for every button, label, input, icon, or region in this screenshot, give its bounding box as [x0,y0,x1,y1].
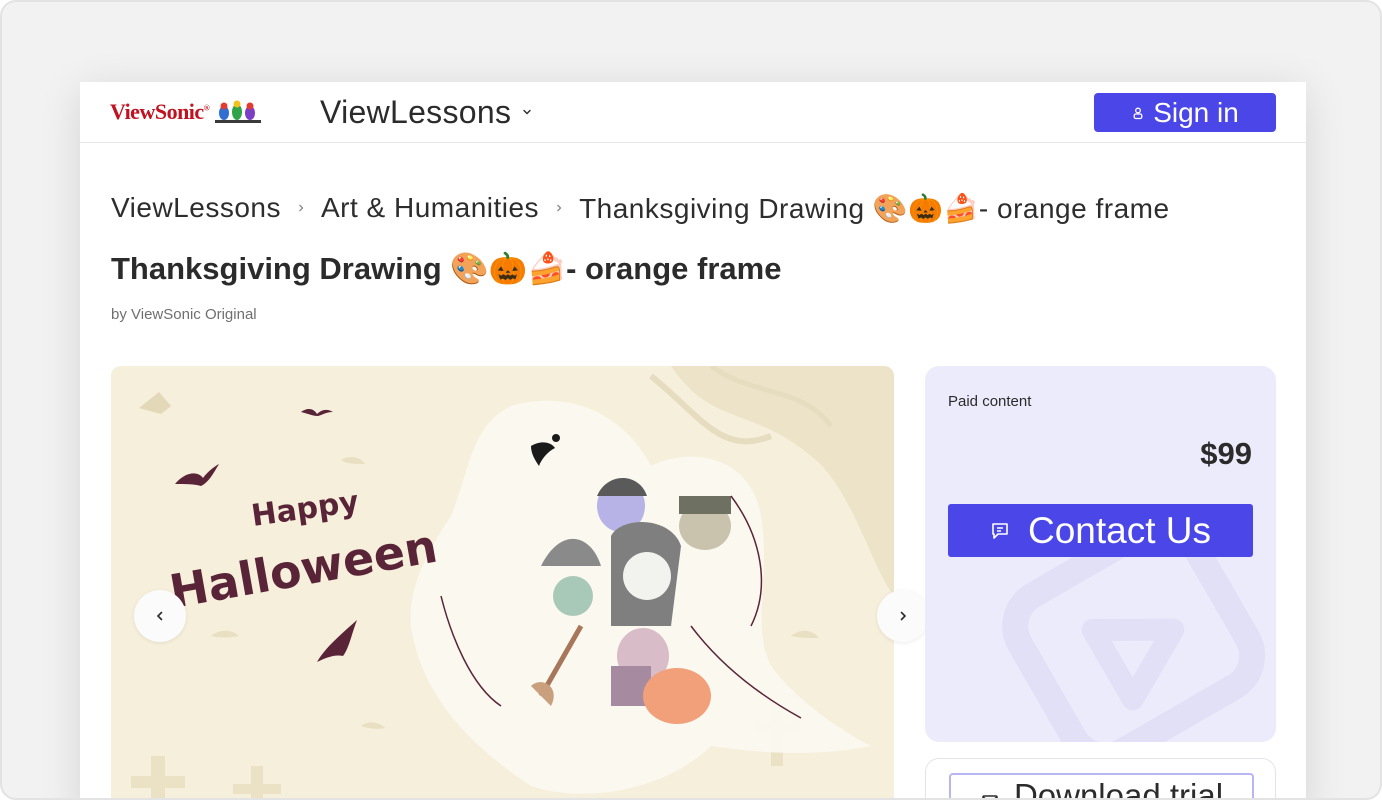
product-switcher[interactable]: ViewLessons [320,92,533,132]
download-card: Download trial [925,758,1276,800]
paid-content-label: Paid content [948,393,1032,410]
chat-icon [992,522,1008,539]
sign-in-label: Sign in [1153,96,1239,128]
chevron-left-icon [156,611,163,621]
mail-icon [982,795,998,798]
breadcrumb: ViewLessons Art & Humanities Thanksgivin… [111,188,1170,228]
logo-text: ViewSonic® [110,99,210,124]
page-title: Thanksgiving Drawing 🎨🎃🍰- orange frame [111,251,782,286]
top-header: ViewSonic® ViewLessons Sign in [80,82,1306,143]
chevron-right-icon [900,611,907,621]
birds-logo-icon [215,100,262,123]
download-trial-label: Download trial [1013,777,1224,800]
greeting-line-2: Halloween [166,519,442,619]
viewsonic-logo[interactable]: ViewSonic® [110,96,262,128]
contact-us-label: Contact Us [1027,509,1211,551]
previous-slide-button[interactable] [134,590,186,642]
sign-in-button[interactable]: Sign in [1094,93,1276,132]
chevron-right-icon [557,204,562,212]
breadcrumb-item-viewlessons[interactable]: ViewLessons [111,192,281,224]
halloween-illustration: Happy Halloween [131,366,894,798]
breadcrumb-item-category[interactable]: Art & Humanities [321,192,539,224]
contact-us-button[interactable]: Contact Us [948,504,1253,557]
download-trial-button[interactable]: Download trial [949,773,1254,800]
next-slide-button[interactable] [877,590,929,642]
chevron-down-icon [523,109,531,115]
purchase-card: Paid content $99 Contact Us [925,366,1276,742]
screenshot-frame: ViewSonic® ViewLessons Sign in ViewLesso… [0,0,1382,800]
breadcrumb-current: Thanksgiving Drawing 🎨🎃🍰- orange frame [579,192,1170,224]
product-name: ViewLessons [320,93,512,130]
browser-page: ViewSonic® ViewLessons Sign in ViewLesso… [80,82,1306,800]
price: $99 [1200,436,1252,471]
greeting-line-1: Happy [249,484,361,534]
chevron-right-icon [299,204,304,212]
author-line: by ViewSonic Original [111,306,257,323]
user-icon [1133,107,1143,119]
lesson-preview-image: Happy Halloween [111,366,894,798]
